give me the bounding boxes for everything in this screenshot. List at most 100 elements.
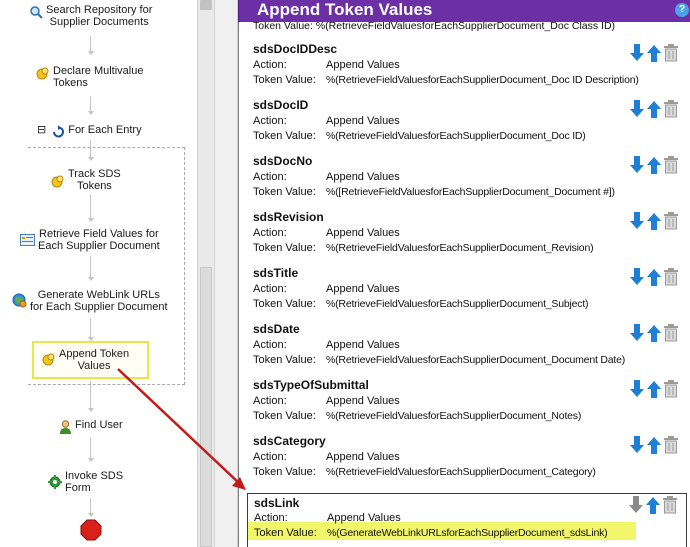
step-label-line2: for Each Supplier Document	[30, 301, 168, 313]
value-label: Token Value:	[253, 354, 316, 366]
delete-icon[interactable]	[663, 156, 679, 174]
move-up-icon[interactable]	[646, 324, 662, 342]
value-label: Token Value:	[254, 527, 317, 539]
delete-icon[interactable]	[663, 268, 679, 286]
token-row[interactable]: sdsDate Action: Append Values Token Value:%…	[253, 322, 687, 378]
move-down-icon[interactable]	[629, 268, 645, 286]
help-icon[interactable]: ?	[675, 3, 689, 17]
step-retrieve-field-values[interactable]: Retrieve Field Values for Each Supplier D…	[20, 228, 160, 252]
move-down-icon[interactable]	[629, 324, 645, 342]
value-label: Token Value:	[253, 242, 316, 254]
row-buttons	[628, 496, 680, 514]
move-down-icon[interactable]	[629, 156, 645, 174]
delete-icon[interactable]	[663, 380, 679, 398]
delete-icon[interactable]	[663, 324, 679, 342]
token-value: %([RetrieveFieldValuesforEachSupplierDoc…	[326, 186, 615, 198]
token-row[interactable]: sdsLink Action: Append Values Token Value:%…	[247, 493, 687, 547]
token-name: sdsCategory	[253, 434, 326, 448]
token-row[interactable]: sdsRevision Action: Append Values Token Val…	[253, 210, 687, 266]
move-down-icon[interactable]	[629, 380, 645, 398]
step-invoke-sds-form[interactable]: Invoke SDS Form	[48, 470, 123, 494]
delete-icon[interactable]	[663, 436, 679, 454]
token-row[interactable]: sdsCategory Action: Append Values Token Val…	[253, 434, 687, 490]
step-declare-multivalue-tokens[interactable]: Declare Multivalue Tokens	[36, 65, 143, 89]
connector-arrow	[88, 111, 94, 115]
scrollbar-arrow[interactable]	[200, 0, 212, 10]
move-up-icon[interactable]	[646, 380, 662, 398]
move-down-icon[interactable]	[628, 496, 644, 514]
step-label-line1: Append Token	[59, 348, 130, 360]
step-label-line1: Retrieve Field Values for	[39, 228, 159, 240]
token-value: %(RetrieveFieldValuesforEachSupplierDocu…	[326, 410, 582, 422]
step-label-line2: Supplier Documents	[49, 16, 149, 28]
token-row[interactable]: sdsDocIDDesc Action: Append Values Token Va…	[253, 42, 687, 98]
step-search-repository[interactable]: Search Repository for Supplier Documents	[29, 4, 152, 28]
token-row[interactable]: sdsDocID Action: Append Values Token Value:…	[253, 98, 687, 154]
token-action: Append Values	[326, 227, 400, 239]
move-down-icon[interactable]	[629, 100, 645, 118]
panel-header: Append Token Values ?	[238, 0, 690, 22]
move-up-icon[interactable]	[646, 100, 662, 118]
pane-splitter[interactable]	[214, 0, 238, 547]
step-label-line1: Search Repository for	[46, 4, 153, 16]
stop-icon[interactable]	[80, 519, 102, 541]
token-value: %(RetrieveFieldValuesforEachSupplierDocu…	[326, 298, 589, 310]
token-icon	[42, 352, 56, 369]
step-label-line1: Invoke SDS	[65, 470, 124, 482]
connector-arrow	[88, 458, 94, 462]
row-buttons	[629, 44, 681, 62]
step-track-sds-tokens[interactable]: Track SDS Tokens	[51, 168, 121, 192]
token-value: %(RetrieveFieldValuesforEachSupplierDocu…	[326, 74, 639, 86]
token-row[interactable]: sdsDocNo Action: Append Values Token Value:…	[253, 154, 687, 210]
move-up-icon[interactable]	[646, 268, 662, 286]
action-label: Action:	[253, 339, 287, 351]
token-name: sdsTitle	[253, 266, 299, 280]
row-buttons	[629, 156, 681, 174]
move-down-icon[interactable]	[629, 44, 645, 62]
move-up-icon[interactable]	[646, 156, 662, 174]
move-up-icon[interactable]	[646, 44, 662, 62]
step-label-line2: Form	[65, 482, 91, 494]
action-label: Action:	[253, 171, 287, 183]
value-label: Token Value:	[253, 74, 316, 86]
delete-icon[interactable]	[663, 100, 679, 118]
collapse-icon[interactable]: ⊟	[37, 124, 46, 136]
step-label-line2: Values	[77, 360, 111, 372]
move-up-icon[interactable]	[645, 496, 661, 514]
action-label: Action:	[253, 395, 287, 407]
move-up-icon[interactable]	[646, 436, 662, 454]
token-value: %(RetrieveFieldValuesforEachSupplierDocu…	[326, 354, 626, 366]
step-append-token-values[interactable]: Append Token Values	[42, 348, 129, 372]
connector	[90, 381, 91, 411]
token-action: Append Values	[326, 171, 400, 183]
token-name: sdsDocNo	[253, 154, 313, 168]
token-value: %(RetrieveFieldValuesforEachSupplierDocu…	[326, 242, 594, 254]
token-action: Append Values	[327, 512, 401, 524]
delete-icon[interactable]	[663, 44, 679, 62]
scrollbar-thumb[interactable]	[200, 267, 212, 547]
row-buttons	[629, 436, 681, 454]
token-row[interactable]: sdsTypeOfSubmittal Action: Append Values To…	[253, 378, 687, 434]
token-action: Append Values	[326, 451, 400, 463]
move-down-icon[interactable]	[629, 436, 645, 454]
workflow-scrollbar[interactable]	[197, 0, 214, 547]
delete-icon[interactable]	[662, 496, 678, 514]
user-icon	[59, 420, 72, 437]
step-for-each-entry[interactable]: ⊟ For Each Entry	[37, 124, 142, 142]
step-find-user[interactable]: Find User	[59, 419, 123, 437]
row-buttons	[629, 268, 681, 286]
token-action: Append Values	[326, 339, 400, 351]
token-icon	[36, 66, 50, 83]
move-up-icon[interactable]	[646, 212, 662, 230]
step-generate-weblink-urls[interactable]: Generate WebLink URLs for Each Supplier D…	[12, 289, 168, 313]
token-action: Append Values	[326, 59, 400, 71]
token-action: Append Values	[326, 115, 400, 127]
properties-panel: Append Token Values ? Token Value: %(Ret…	[238, 0, 690, 547]
move-down-icon[interactable]	[629, 212, 645, 230]
action-label: Action:	[253, 59, 287, 71]
partial-token-row: Token Value: %(RetrieveFieldValuesforEac…	[253, 22, 616, 32]
token-row[interactable]: sdsTitle Action: Append Values Token Value:…	[253, 266, 687, 322]
delete-icon[interactable]	[663, 212, 679, 230]
search-icon	[29, 5, 43, 22]
value-label: Token Value:	[253, 410, 316, 422]
